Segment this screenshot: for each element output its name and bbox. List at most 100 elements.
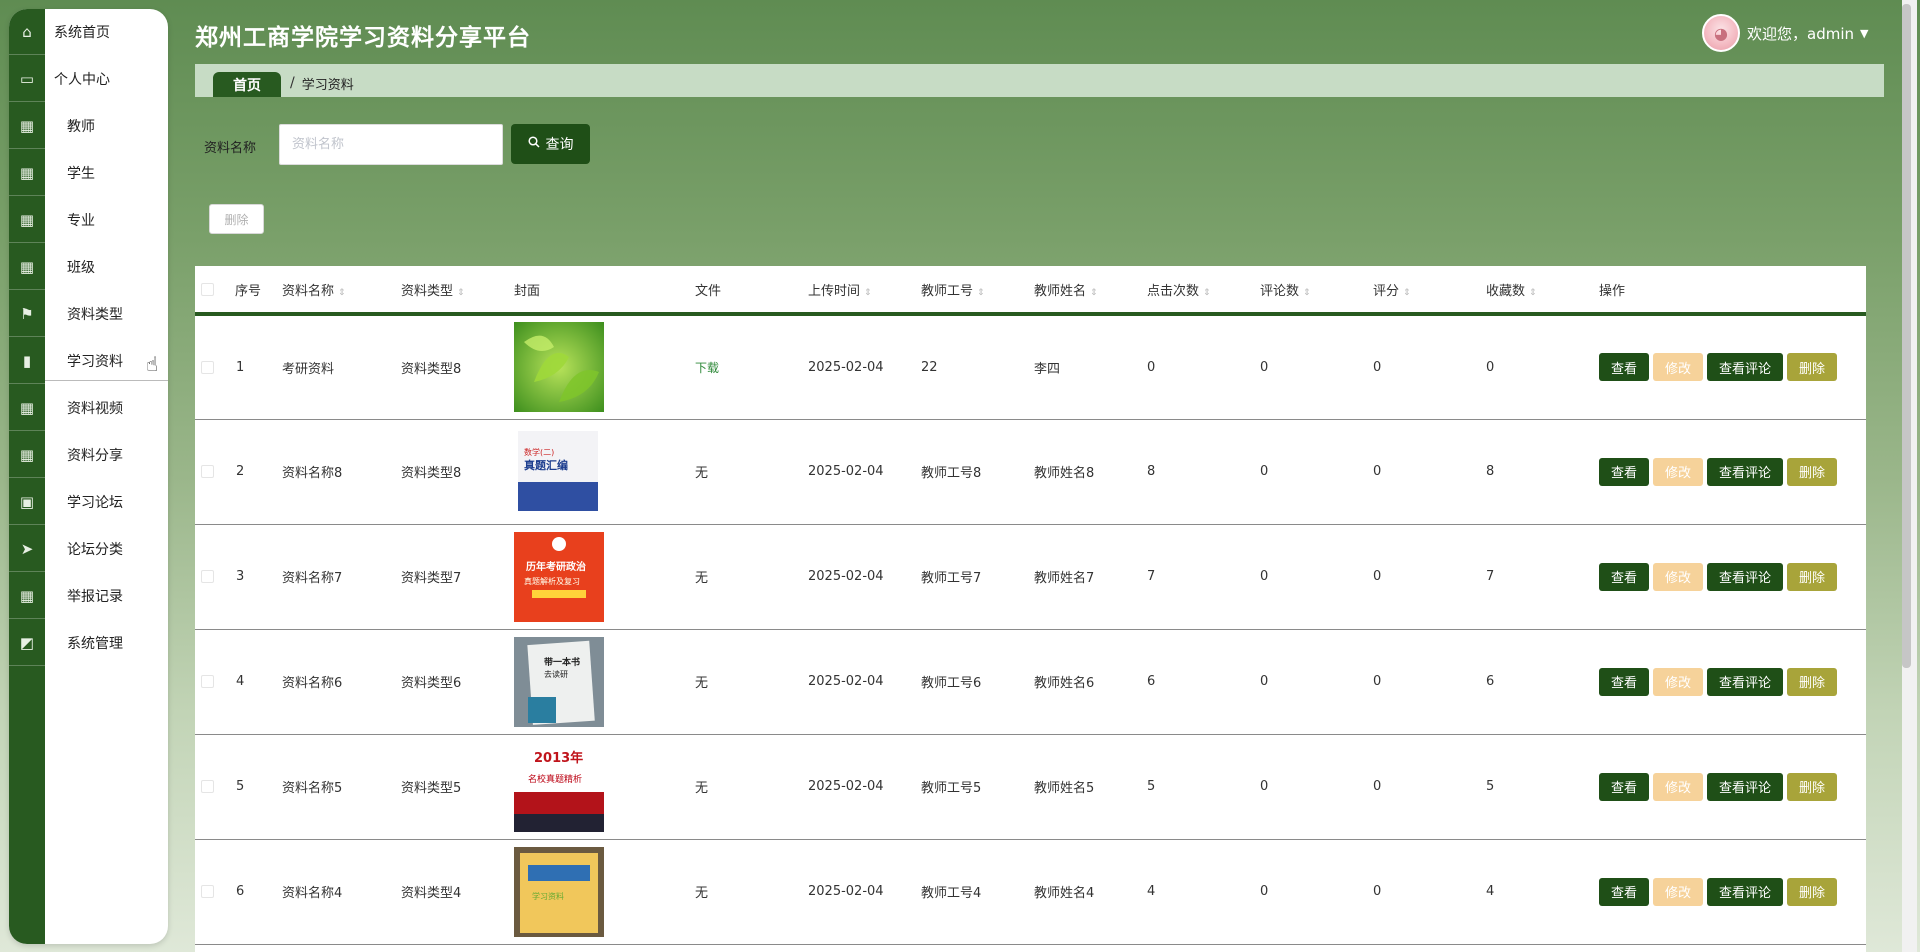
column-header-cover: 封面 [514,266,695,316]
view-button[interactable]: 查看 [1599,457,1650,486]
cover-image[interactable]: 带一本书 去读研 [514,636,604,727]
column-header-name[interactable]: 资料名称 ⇕ [282,266,401,316]
user-menu[interactable]: ◕ 欢迎您，admin ▼ [1702,14,1868,52]
sort-icon: ⇕ [1090,287,1098,298]
view-comments-button[interactable]: 查看评论 [1707,353,1784,382]
column-header-upload-time[interactable]: 上传时间 ⇕ [808,266,921,316]
cell-favorites: 0 [1486,314,1599,420]
sidebar-item-label: 学生 [67,166,95,182]
row-checkbox[interactable] [195,524,235,630]
grid-icon: ▦ [9,244,45,290]
sidebar-item-7[interactable]: ⚑ 资料类型 [9,291,168,337]
column-header-rating[interactable]: 评分 ⇕ [1373,266,1486,316]
cell-file: 下载 [695,314,808,420]
view-comments-button[interactable]: 查看评论 [1707,457,1784,486]
sidebar-item-12[interactable]: ➤ 论坛分类 [9,526,168,572]
cell-comments: 0 [1260,839,1373,945]
row-checkbox[interactable] [195,734,235,840]
sort-icon: ⇕ [338,287,346,298]
cell-clicks: 4 [1147,839,1260,945]
column-header-type[interactable]: 资料类型 ⇕ [401,266,514,316]
cell-cover: 数学(二) 真题汇编 [514,419,695,525]
sort-icon: ⇕ [977,287,985,298]
view-button[interactable]: 查看 [1599,667,1650,696]
sidebar-item-14[interactable]: ◩ 系统管理 [9,620,168,666]
row-checkbox[interactable] [195,629,235,735]
delete-button[interactable]: 删除 [1787,457,1838,486]
cell-favorites: 5 [1486,734,1599,840]
sidebar-item-4[interactable]: ▦ 学生 [9,150,168,196]
cell-rating: 0 [1373,314,1486,420]
page-scrollbar-track[interactable] [1902,0,1917,952]
sidebar-item-5[interactable]: ▦ 专业 [9,197,168,243]
sidebar-item-1[interactable]: ⌂ 系统首页 [9,9,168,55]
search-icon [527,136,540,152]
cover-image[interactable]: 2013年 名校真题精析 [514,741,604,832]
cell-teacher-name: 教师姓名4 [1034,839,1147,945]
column-header-teacher-id[interactable]: 教师工号 ⇕ [921,266,1034,316]
edit-button[interactable]: 修改 [1653,772,1704,801]
sidebar-item-6[interactable]: ▦ 班级 [9,244,168,290]
edit-button[interactable]: 修改 [1653,562,1704,591]
sidebar-item-label: 专业 [67,213,95,229]
sidebar-item-13[interactable]: ▦ 举报记录 [9,573,168,619]
delete-button[interactable]: 删除 [1787,667,1838,696]
cell-teacher-name: 教师姓名7 [1034,524,1147,630]
file-none: 无 [695,676,709,691]
sidebar-item-11[interactable]: ▣ 学习论坛 [9,479,168,525]
delete-button[interactable]: 删除 [1787,772,1838,801]
sidebar-item-2[interactable]: ▭ 个人中心 [9,56,168,102]
cell-actions: 查看 修改 查看评论 删除 [1599,524,1866,630]
sidebar-item-label: 教师 [67,119,95,135]
avatar[interactable]: ◕ [1702,14,1740,52]
cover-image[interactable] [514,322,604,413]
breadcrumb: 首页 / 学习资料 [195,64,1884,97]
column-header-teacher-name[interactable]: 教师姓名 ⇕ [1034,266,1147,316]
edit-button[interactable]: 修改 [1653,457,1704,486]
search-button[interactable]: 查询 [511,124,590,164]
cover-image[interactable]: 历年考研政治 真题解析及复习 [514,531,604,622]
page-scrollbar-thumb[interactable] [1902,4,1911,668]
batch-delete-button[interactable]: 删除 [209,204,264,234]
select-all-checkbox[interactable] [195,266,235,316]
cell-teacher-name: 教师姓名5 [1034,734,1147,840]
view-button[interactable]: 查看 [1599,353,1650,382]
cell-cover: 历年考研政治 真题解析及复习 [514,524,695,630]
sidebar-item-label: 论坛分类 [67,542,123,558]
column-header-comments[interactable]: 评论数 ⇕ [1260,266,1373,316]
view-button[interactable]: 查看 [1599,562,1650,591]
view-comments-button[interactable]: 查看评论 [1707,667,1784,696]
view-button[interactable]: 查看 [1599,772,1650,801]
column-header-clicks[interactable]: 点击次数 ⇕ [1147,266,1260,316]
breadcrumb-home[interactable]: 首页 [213,72,281,97]
view-comments-button[interactable]: 查看评论 [1707,772,1784,801]
row-checkbox[interactable] [195,419,235,525]
welcome-text[interactable]: 欢迎您，admin [1747,23,1854,44]
sidebar-item-8[interactable]: ▮ 学习资料 [9,338,168,384]
cover-image[interactable]: 数学(二) 真题汇编 [514,426,604,517]
row-checkbox[interactable] [195,314,235,420]
cell-teacher-id: 教师工号4 [921,839,1034,945]
cell-clicks: 8 [1147,419,1260,525]
row-checkbox[interactable] [195,839,235,945]
cell-type: 资料类型6 [401,629,514,735]
delete-button[interactable]: 删除 [1787,562,1838,591]
sidebar-item-9[interactable]: ▦ 资料视频 [9,385,168,431]
breadcrumb-separator: / [290,75,295,91]
caret-down-icon[interactable]: ▼ [1860,27,1868,40]
edit-button[interactable]: 修改 [1653,353,1704,382]
view-comments-button[interactable]: 查看评论 [1707,562,1784,591]
sidebar-item-3[interactable]: ▦ 教师 [9,103,168,149]
cover-image[interactable]: 学习资料 [514,846,604,937]
cell-comments: 0 [1260,734,1373,840]
download-link[interactable]: 下载 [695,361,719,375]
sidebar-item-label: 资料分享 [67,448,123,464]
delete-button[interactable]: 删除 [1787,353,1838,382]
sidebar-item-10[interactable]: ▦ 资料分享 [9,432,168,478]
sidebar-item-label: 个人中心 [54,72,110,88]
edit-button[interactable]: 修改 [1653,667,1704,696]
cell-type: 资料类型7 [401,524,514,630]
search-input[interactable] [279,124,503,165]
column-header-favorites[interactable]: 收藏数 ⇕ [1486,266,1599,316]
cell-cover: 2013年 名校真题精析 [514,734,695,840]
